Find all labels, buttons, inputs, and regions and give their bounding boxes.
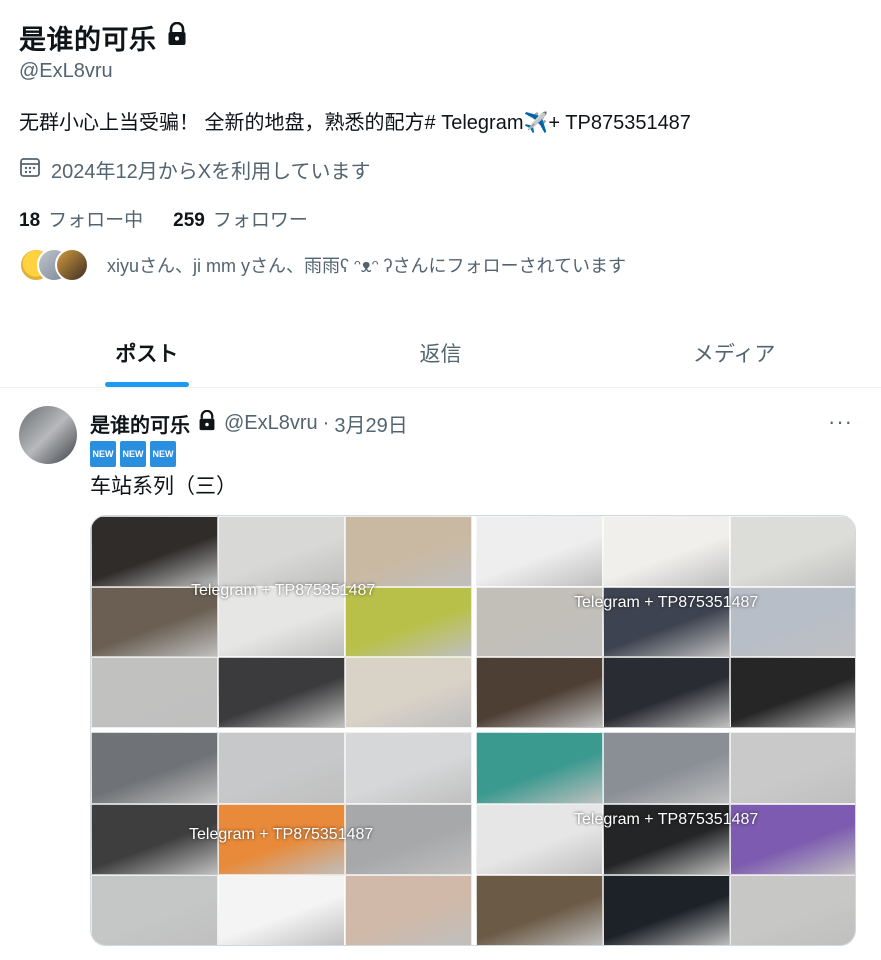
post-image[interactable]: Telegram + TP875351487 (476, 732, 855, 945)
more-icon[interactable]: ··· (828, 409, 853, 435)
calendar-icon (19, 156, 51, 184)
photo-tile (91, 875, 218, 945)
followers-link[interactable]: 259 フォロワー (173, 205, 308, 232)
follow-counts: 18 フォロー中 259 フォロワー (19, 205, 308, 232)
photo-tile (476, 732, 603, 804)
photo-tile (218, 516, 345, 587)
following-label: フォロー中 (48, 210, 144, 231)
tab-posts-label: ポスト (115, 342, 179, 366)
post[interactable]: 是谁的可乐 @ExL8vru · 3月29日 ··· NEW NEW NEW 车… (0, 389, 881, 960)
post-text: 车站系列（三） (90, 475, 237, 498)
photo-tile (218, 657, 345, 728)
photo-tile (730, 657, 855, 728)
join-date-text: 2024年12月からXを利用しています (51, 161, 371, 183)
photo-tile (345, 875, 472, 945)
post-image[interactable]: Telegram + TP875351487 (476, 516, 855, 728)
profile-handle: @ExL8vru (19, 60, 113, 82)
followed-by[interactable]: xiyuさん、ji mm yさん、雨雨ʕ ᵔᴥᵔ ʔさんにフォローされています (19, 248, 626, 282)
post-date[interactable]: 3月29日 (334, 409, 407, 438)
tab-replies-label: 返信 (419, 342, 462, 366)
following-count: 18 (19, 210, 41, 231)
photo-tile (91, 516, 218, 587)
lock-icon (167, 21, 187, 53)
photo-tile (218, 732, 345, 804)
post-image[interactable]: Telegram + TP875351487 (91, 516, 472, 728)
photo-tile (603, 875, 730, 945)
tab-posts[interactable]: ポスト (0, 318, 294, 387)
photo-tile (345, 516, 472, 587)
avatar[interactable] (19, 406, 77, 464)
profile-bio: 无群小心上当受骗！ 全新的地盘，熟悉的配方# Telegram✈️+ TP875… (19, 112, 691, 134)
photo-tile (345, 657, 472, 728)
post-author-name[interactable]: 是谁的可乐 (90, 409, 190, 438)
tab-replies[interactable]: 返信 (294, 318, 588, 387)
separator-dot: · (322, 412, 330, 434)
photo-tile (345, 732, 472, 804)
image-watermark: Telegram + TP875351487 (574, 811, 759, 828)
new-badges: NEW NEW NEW (90, 441, 176, 467)
image-watermark: Telegram + TP875351487 (189, 826, 374, 843)
photo-tile (476, 657, 603, 728)
photo-tile (730, 875, 855, 945)
photo-tile (603, 516, 730, 587)
photo-tile (91, 732, 218, 804)
post-header: 是谁的可乐 @ExL8vru · 3月29日 (90, 409, 408, 438)
post-image[interactable]: Telegram + TP875351487 (91, 732, 472, 945)
photo-tile (730, 516, 855, 587)
photo-tile (476, 875, 603, 945)
new-badge: NEW (120, 441, 146, 467)
follower-avatar (55, 248, 89, 282)
new-badge: NEW (90, 441, 116, 467)
tab-media-label: メディア (692, 342, 776, 366)
image-watermark: Telegram + TP875351487 (574, 594, 759, 611)
image-watermark: Telegram + TP875351487 (191, 582, 376, 599)
photo-tile (603, 732, 730, 804)
followers-count: 259 (173, 210, 205, 231)
photo-tile (476, 516, 603, 587)
join-date: 2024年12月からXを利用しています (19, 155, 370, 184)
post-media-grid: Telegram + TP875351487 Telegram + TP8753… (90, 515, 856, 946)
following-link[interactable]: 18 フォロー中 (19, 205, 143, 232)
lock-icon (198, 409, 216, 437)
profile-name: 是谁的可乐 (19, 18, 187, 57)
photo-tile (218, 875, 345, 945)
photo-tile (730, 732, 855, 804)
new-badge: NEW (150, 441, 176, 467)
photo-tile (603, 657, 730, 728)
tab-media[interactable]: メディア (587, 318, 881, 387)
post-author-handle[interactable]: @ExL8vru (224, 412, 318, 435)
photo-tile (91, 657, 218, 728)
profile-name-text: 是谁的可乐 (19, 25, 157, 55)
profile-tabs: ポスト 返信 メディア (0, 318, 881, 388)
followed-by-text: xiyuさん、ji mm yさん、雨雨ʕ ᵔᴥᵔ ʔさんにフォローされています (107, 256, 626, 276)
followers-label: フォロワー (212, 210, 308, 231)
